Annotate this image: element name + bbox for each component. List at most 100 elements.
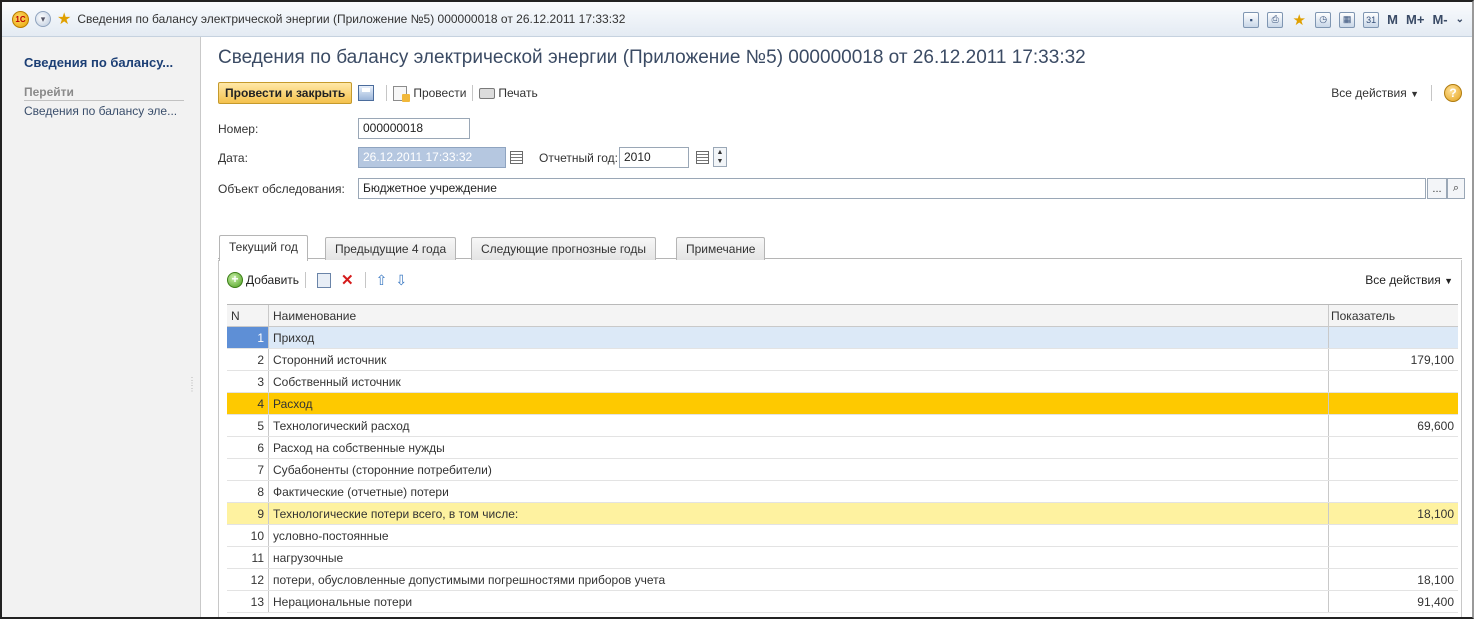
row-value-cell[interactable]: [1329, 371, 1458, 392]
select-object-button[interactable]: ...: [1427, 178, 1447, 199]
row-value-cell[interactable]: [1329, 393, 1458, 414]
table-row[interactable]: 6 Расход на собственные нужды: [227, 437, 1458, 459]
row-number-cell[interactable]: 6: [227, 437, 269, 458]
delete-row-icon[interactable]: ✕: [341, 271, 354, 289]
table-row[interactable]: 10 условно-постоянные: [227, 525, 1458, 547]
row-name-cell[interactable]: нагрузочные: [269, 547, 1329, 568]
row-name-cell[interactable]: Субабоненты (сторонние потребители): [269, 459, 1329, 480]
date-field[interactable]: 26.12.2011 17:33:32: [358, 147, 506, 168]
date-label: Дата:: [218, 151, 248, 165]
panel-resize-handle[interactable]: ⋮ ⋮: [188, 377, 196, 393]
row-name-cell[interactable]: Фактические (отчетные) потери: [269, 481, 1329, 502]
calculator-icon[interactable]: ▦: [1339, 11, 1356, 28]
title-menu-chevron-icon[interactable]: ⌄: [1456, 14, 1464, 25]
column-header-name[interactable]: Наименование: [269, 305, 1329, 326]
row-name-cell[interactable]: Приход: [269, 327, 1329, 348]
divider: [472, 85, 474, 101]
row-value-cell[interactable]: [1329, 459, 1458, 480]
row-value-cell[interactable]: 91,400: [1329, 591, 1458, 612]
memory-m-minus-button[interactable]: M-: [1432, 12, 1447, 27]
row-value-cell[interactable]: 179,100: [1329, 349, 1458, 370]
row-value-cell[interactable]: 69,600: [1329, 415, 1458, 436]
all-actions-menu[interactable]: Все действия ▼: [1331, 86, 1419, 100]
move-down-icon[interactable]: ⇩: [395, 272, 407, 289]
table-row[interactable]: 11 нагрузочные: [227, 547, 1458, 569]
number-field[interactable]: 000000018: [358, 118, 470, 139]
row-value-cell[interactable]: [1329, 437, 1458, 458]
row-name-cell[interactable]: Технологические потери всего, в том числ…: [269, 503, 1329, 524]
post-button[interactable]: Провести: [393, 85, 466, 102]
menu-dropdown-icon[interactable]: ▾: [35, 11, 51, 27]
tab-previous-years[interactable]: Предыдущие 4 года: [325, 237, 457, 260]
row-number-cell[interactable]: 5: [227, 415, 269, 436]
row-number-cell[interactable]: 12: [227, 569, 269, 590]
row-name-cell[interactable]: Технологический расход: [269, 415, 1329, 436]
copy-row-icon[interactable]: [317, 272, 332, 288]
column-header-value[interactable]: Показатель: [1329, 305, 1458, 326]
table-row[interactable]: 7 Субабоненты (сторонние потребители): [227, 459, 1458, 481]
tab-current-year[interactable]: Текущий год: [219, 235, 308, 261]
tab-notes[interactable]: Примечание: [676, 237, 766, 260]
row-number-cell[interactable]: 7: [227, 459, 269, 480]
all-actions-label: Все действия: [1331, 86, 1407, 100]
row-value-cell[interactable]: 18,100: [1329, 569, 1458, 590]
column-header-n[interactable]: N: [227, 305, 269, 326]
table-row[interactable]: 13 Нерациональные потери 91,400: [227, 591, 1458, 613]
row-number-cell[interactable]: 1: [227, 327, 269, 348]
row-number-cell[interactable]: 2: [227, 349, 269, 370]
row-number-cell[interactable]: 9: [227, 503, 269, 524]
row-value-cell[interactable]: 18,100: [1329, 503, 1458, 524]
save-icon[interactable]: ▪: [1243, 11, 1260, 28]
row-number-cell[interactable]: 10: [227, 525, 269, 546]
print-icon[interactable]: ⎙: [1267, 11, 1284, 28]
form-title: Сведения по балансу электрической энерги…: [218, 47, 1086, 68]
report-year-field[interactable]: 2010: [619, 147, 689, 168]
row-number-cell[interactable]: 8: [227, 481, 269, 502]
row-name-cell[interactable]: условно-постоянные: [269, 525, 1329, 546]
tab-forecast-years[interactable]: Следующие прогнозные годы: [471, 237, 656, 260]
row-number-cell[interactable]: 13: [227, 591, 269, 612]
move-up-icon[interactable]: ⇧: [376, 272, 388, 289]
row-name-cell[interactable]: Собственный источник: [269, 371, 1329, 392]
app-logo-icon[interactable]: 1С: [12, 10, 29, 28]
search-icon[interactable]: ⌕: [1447, 178, 1465, 199]
memory-m-plus-button[interactable]: M+: [1406, 12, 1424, 27]
table-row[interactable]: 2 Сторонний источник 179,100: [227, 349, 1458, 371]
history-icon[interactable]: ◷: [1315, 11, 1332, 28]
table-row[interactable]: 9 Технологические потери всего, в том чис…: [227, 503, 1458, 525]
row-name-cell[interactable]: Нерациональные потери: [269, 591, 1329, 612]
favorite-icon[interactable]: ★: [1291, 12, 1307, 29]
row-number-cell[interactable]: 11: [227, 547, 269, 568]
row-name-cell[interactable]: потери, обусловленные допустимыми погреш…: [269, 569, 1329, 590]
add-row-button[interactable]: Добавить: [246, 273, 299, 287]
print-button[interactable]: Печать: [479, 86, 538, 100]
row-number-cell[interactable]: 3: [227, 371, 269, 392]
favorite-star-icon[interactable]: ★: [57, 9, 71, 29]
table-row[interactable]: 3 Собственный источник: [227, 371, 1458, 393]
row-value-cell[interactable]: [1329, 481, 1458, 502]
table-row[interactable]: 4 Расход: [227, 393, 1458, 415]
row-value-cell[interactable]: [1329, 547, 1458, 568]
survey-object-field[interactable]: Бюджетное учреждение: [358, 178, 1426, 199]
calendar-icon[interactable]: 31: [1363, 11, 1380, 28]
nav-link-document[interactable]: Сведения по балансу эле...: [24, 104, 177, 118]
row-name-cell[interactable]: Расход: [269, 393, 1329, 414]
grid-all-actions-menu[interactable]: Все действия ▼: [1365, 273, 1453, 287]
table-row[interactable]: 8 Фактические (отчетные) потери: [227, 481, 1458, 503]
row-name-cell[interactable]: Сторонний источник: [269, 349, 1329, 370]
row-value-cell[interactable]: [1329, 525, 1458, 546]
year-calendar-icon[interactable]: [696, 151, 709, 164]
year-spinner[interactable]: ▲ ▼: [713, 147, 727, 167]
memory-m-button[interactable]: M: [1387, 12, 1398, 27]
table-row[interactable]: 1 Приход: [227, 327, 1458, 349]
table-row[interactable]: 12 потери, обусловленные допустимыми погр…: [227, 569, 1458, 591]
date-calendar-icon[interactable]: [510, 151, 523, 164]
row-number-cell[interactable]: 4: [227, 393, 269, 414]
row-name-cell[interactable]: Расход на собственные нужды: [269, 437, 1329, 458]
row-value-cell[interactable]: [1329, 327, 1458, 348]
save-icon[interactable]: [358, 85, 375, 101]
add-icon[interactable]: +: [227, 272, 243, 288]
post-and-close-button[interactable]: Провести и закрыть: [218, 82, 353, 104]
help-icon[interactable]: ?: [1444, 84, 1462, 102]
table-row[interactable]: 5 Технологический расход 69,600: [227, 415, 1458, 437]
